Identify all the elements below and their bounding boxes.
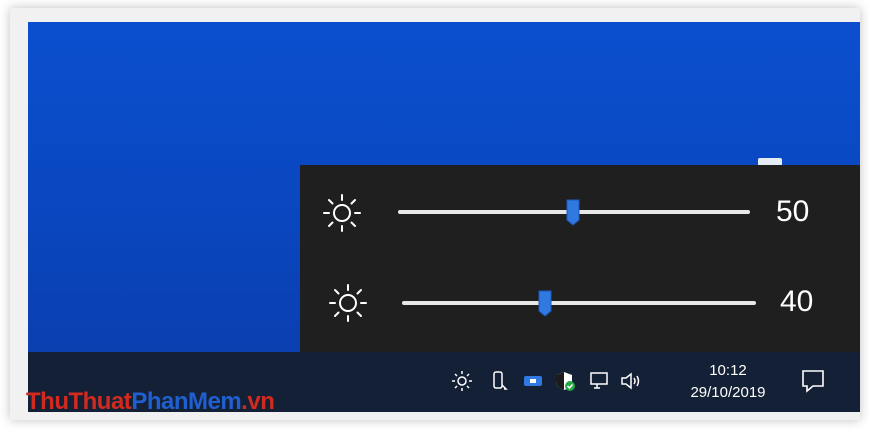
brightness-slider-track-2[interactable] <box>402 301 756 305</box>
clock-date: 29/10/2019 <box>690 384 766 401</box>
brightness-value-2: 40 <box>780 285 814 318</box>
sun-icon <box>329 284 367 322</box>
action-center-icon[interactable] <box>800 368 826 394</box>
usb-drive-icon[interactable] <box>488 370 510 392</box>
brightness-value-1: 50 <box>776 195 810 228</box>
sun-icon <box>323 194 361 232</box>
taskbar-clock[interactable]: 10:12 29/10/2019 <box>678 360 778 404</box>
brightness-flyout: 50 40 <box>300 165 860 352</box>
brightness-sun-icon[interactable] <box>451 370 473 392</box>
watermark-part-2: PhanMem <box>131 388 242 415</box>
clock-time: 10:12 <box>709 362 747 379</box>
brightness-row-2: 40 <box>300 273 860 333</box>
volume-icon[interactable] <box>620 370 642 392</box>
brightness-row-1: 50 <box>300 183 860 243</box>
app-tray-icon[interactable] <box>522 370 544 392</box>
brightness-slider-thumb-1[interactable] <box>566 198 580 226</box>
watermark-part-3: .vn <box>241 388 275 415</box>
watermark-part-1: ThuThuat <box>26 388 132 415</box>
brightness-slider-thumb-2[interactable] <box>538 289 552 317</box>
security-shield-icon[interactable] <box>554 370 576 392</box>
network-icon[interactable] <box>588 370 610 392</box>
watermark-logo: ThuThuatPhanMem.vn <box>26 388 275 416</box>
